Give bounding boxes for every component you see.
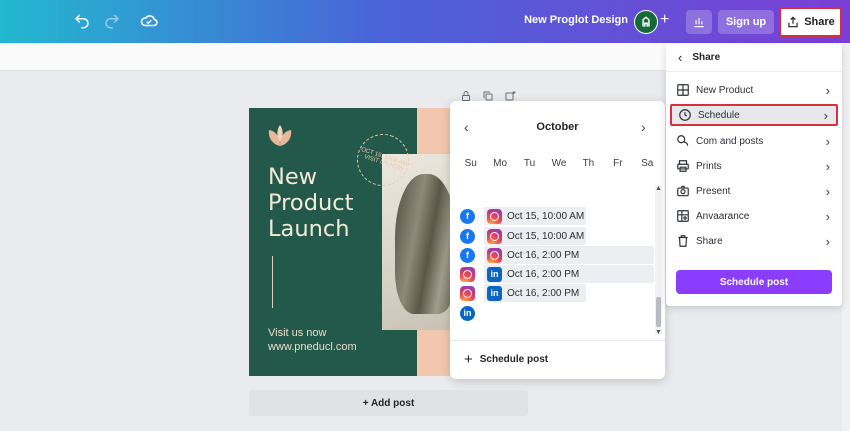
plus-icon: + bbox=[464, 351, 473, 368]
instagram-icon bbox=[487, 228, 502, 244]
page-scrollbar[interactable] bbox=[842, 44, 850, 431]
post-time: Oct 15, 10:00 AM bbox=[507, 230, 585, 242]
chevron-right-icon: › bbox=[825, 233, 830, 249]
document-title[interactable]: New Proglot Design bbox=[520, 14, 628, 26]
design-divider bbox=[272, 256, 273, 308]
menu-item-present[interactable]: Present › bbox=[670, 180, 838, 202]
add-collaborator-button[interactable]: + bbox=[660, 11, 669, 29]
post-time: Oct 16, 2:00 PM bbox=[507, 249, 580, 261]
design-footer[interactable]: Visit us now www.pneducl.com bbox=[268, 326, 357, 354]
instagram-icon bbox=[460, 285, 475, 301]
menu-item-appearance[interactable]: Anvaarance › bbox=[670, 205, 838, 227]
bar-chart-icon bbox=[694, 17, 704, 28]
share-button[interactable]: Share bbox=[779, 7, 842, 37]
weekday-header: Su Mo Tu We Th Fr Sa bbox=[464, 158, 654, 169]
scroll-down-icon[interactable]: ▼ bbox=[655, 329, 662, 336]
calendar-divider bbox=[450, 340, 665, 341]
chevron-right-icon: › bbox=[825, 82, 830, 98]
post-time: Oct 16, 2:00 PM bbox=[507, 268, 580, 280]
scheduled-post-row[interactable]: f Oct 16, 2:00 PM bbox=[460, 246, 654, 264]
leaf-logo-icon bbox=[268, 125, 292, 146]
design-headline[interactable]: New Product Launch bbox=[268, 164, 388, 242]
scheduled-post-row[interactable]: f Oct 15, 10:00 AM bbox=[460, 207, 586, 225]
share-panel: ‹ Share New Product › Schedule › Com and… bbox=[666, 44, 842, 306]
share-panel-title: Share bbox=[692, 52, 721, 63]
schedule-calendar: ‹ October › Su Mo Tu We Th Fr Sa f Oct 15… bbox=[450, 101, 665, 379]
share-button-label: Share bbox=[804, 16, 835, 28]
chevron-right-icon: › bbox=[825, 183, 830, 199]
instagram-icon bbox=[460, 266, 475, 282]
insights-button[interactable] bbox=[686, 10, 712, 34]
schedule-post-button[interactable]: Schedule post bbox=[676, 270, 832, 294]
chevron-right-icon: › bbox=[825, 133, 830, 149]
chevron-right-icon: › bbox=[825, 208, 830, 224]
chevron-right-icon: › bbox=[825, 158, 830, 174]
menu-item-share[interactable]: Share › bbox=[670, 230, 838, 252]
cloud-save-icon[interactable] bbox=[140, 12, 158, 30]
printer-icon bbox=[676, 159, 690, 173]
menu-item-comments[interactable]: Com and posts › bbox=[670, 130, 838, 152]
redo-icon[interactable] bbox=[103, 12, 121, 30]
top-bar: New Proglot Design + Sign up Share bbox=[0, 0, 850, 43]
scheduled-post-row[interactable]: in bbox=[460, 304, 475, 322]
avatar[interactable] bbox=[634, 10, 658, 34]
instagram-icon bbox=[487, 247, 502, 263]
share-panel-header[interactable]: ‹ Share bbox=[666, 44, 842, 72]
sign-up-button[interactable]: Sign up bbox=[718, 10, 774, 34]
camera-icon bbox=[676, 184, 690, 198]
chevron-right-icon: › bbox=[823, 107, 828, 123]
grid-icon bbox=[676, 209, 690, 223]
menu-item-prints[interactable]: Prints › bbox=[670, 155, 838, 177]
linkedin-icon: in bbox=[460, 305, 475, 321]
scheduled-post-row[interactable]: f Oct 15, 10:00 AM bbox=[460, 227, 586, 245]
layout-icon bbox=[676, 83, 690, 97]
menu-item-schedule[interactable]: Schedule › bbox=[670, 104, 838, 126]
calendar-schedule-post-button[interactable]: + Schedule post bbox=[464, 351, 548, 368]
facebook-icon: f bbox=[460, 247, 475, 263]
clock-icon bbox=[678, 108, 692, 122]
instagram-icon bbox=[487, 208, 502, 224]
facebook-icon: f bbox=[460, 228, 475, 244]
trash-icon bbox=[676, 234, 690, 248]
add-post-button[interactable]: + Add post bbox=[249, 390, 528, 416]
upload-icon bbox=[788, 16, 798, 28]
calendar-scroll-thumb[interactable] bbox=[656, 297, 661, 327]
post-time: Oct 16, 2:00 PM bbox=[507, 287, 580, 299]
comments-icon bbox=[676, 134, 690, 148]
vase-image bbox=[395, 174, 457, 314]
scheduled-post-row[interactable]: in Oct 16, 2:00 PM bbox=[460, 284, 586, 302]
linkedin-icon: in bbox=[487, 285, 502, 301]
post-time: Oct 15, 10:00 AM bbox=[507, 210, 585, 222]
back-arrow-icon[interactable]: ‹ bbox=[678, 50, 682, 65]
scheduled-post-row[interactable]: in Oct 16, 2:00 PM bbox=[460, 265, 654, 283]
menu-item-new-product[interactable]: New Product › bbox=[670, 79, 838, 101]
undo-icon[interactable] bbox=[73, 12, 91, 30]
design-canvas[interactable]: OCT 15, 1000 AM · VISIT US NOW New Produ… bbox=[249, 108, 469, 376]
calendar-month: October bbox=[536, 121, 579, 133]
linkedin-icon: in bbox=[487, 266, 502, 282]
scroll-up-icon[interactable]: ▲ bbox=[655, 185, 662, 192]
next-month-button[interactable]: › bbox=[641, 119, 646, 135]
facebook-icon: f bbox=[460, 208, 475, 224]
